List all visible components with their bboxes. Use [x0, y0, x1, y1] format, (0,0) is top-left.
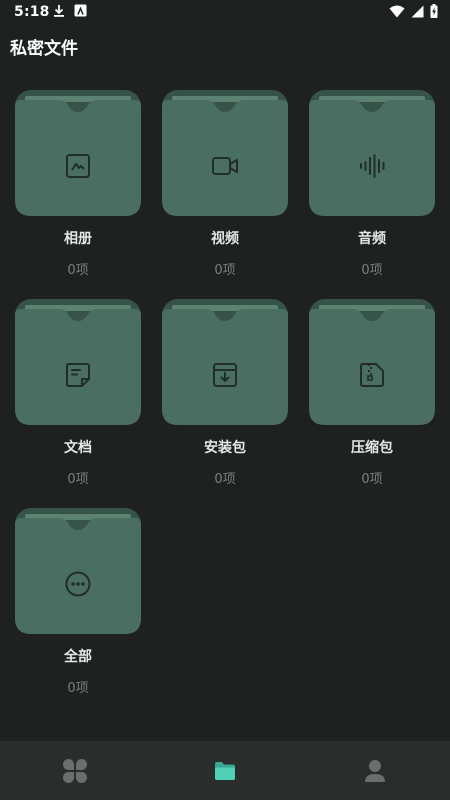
folder-tile-audio[interactable]: 音频 0项 [309, 90, 435, 278]
folder-label: 全部 [64, 649, 92, 665]
folder-graphic [162, 90, 288, 216]
image-icon [66, 154, 90, 178]
folder-tile-documents[interactable]: 文档 0项 [15, 299, 141, 487]
folder-tile-video[interactable]: 视频 0项 [162, 90, 288, 278]
zip-file-icon [360, 363, 384, 387]
status-time: 5:18 [14, 4, 50, 20]
folder-icon [215, 761, 235, 780]
folder-graphic [15, 90, 141, 216]
video-camera-icon [212, 157, 238, 175]
audio-waveform-icon [360, 154, 385, 178]
folder-tile-album[interactable]: 相册 0项 [15, 90, 141, 278]
folder-label: 视频 [211, 231, 239, 247]
more-dots-icon [65, 571, 91, 597]
folder-label: 音频 [358, 231, 386, 247]
folder-graphic [15, 508, 141, 634]
app-notification-icon [74, 4, 87, 17]
folder-tile-archives[interactable]: 压缩包 0项 [309, 299, 435, 487]
cellular-signal-icon [411, 5, 424, 17]
folder-graphic [162, 299, 288, 425]
folder-label: 相册 [64, 231, 92, 247]
screen: 5:18 私密文件 相册 0项 视频 0项 音频 0项 文档 0项 安装包 0项… [0, 0, 450, 800]
package-download-icon [213, 363, 237, 387]
folder-count: 0项 [214, 472, 236, 487]
nav-tab-profile[interactable] [300, 741, 450, 800]
folder-count: 0项 [361, 263, 383, 278]
download-icon [54, 5, 64, 17]
nav-tab-home[interactable] [0, 741, 150, 800]
folder-tile-all[interactable]: 全部 0项 [15, 508, 141, 696]
folder-graphic [15, 299, 141, 425]
folder-count: 0项 [67, 681, 89, 696]
folder-count: 0项 [67, 263, 89, 278]
user-icon [365, 759, 385, 782]
folder-graphic [309, 299, 435, 425]
battery-charging-icon [430, 4, 438, 18]
nav-tab-files[interactable] [150, 741, 300, 800]
bottom-nav [0, 741, 450, 800]
folder-label: 文档 [64, 440, 92, 456]
clover-grid-icon [63, 758, 87, 783]
folder-count: 0项 [67, 472, 89, 487]
document-icon [66, 363, 90, 387]
wifi-icon [389, 5, 405, 17]
folder-count: 0项 [361, 472, 383, 487]
folder-graphic [309, 90, 435, 216]
page-title: 私密文件 [10, 39, 78, 59]
folder-label: 安装包 [204, 440, 246, 456]
folder-tile-packages[interactable]: 安装包 0项 [162, 299, 288, 487]
folder-count: 0项 [214, 263, 236, 278]
folder-label: 压缩包 [351, 440, 393, 456]
status-bar: 5:18 [0, 0, 450, 24]
